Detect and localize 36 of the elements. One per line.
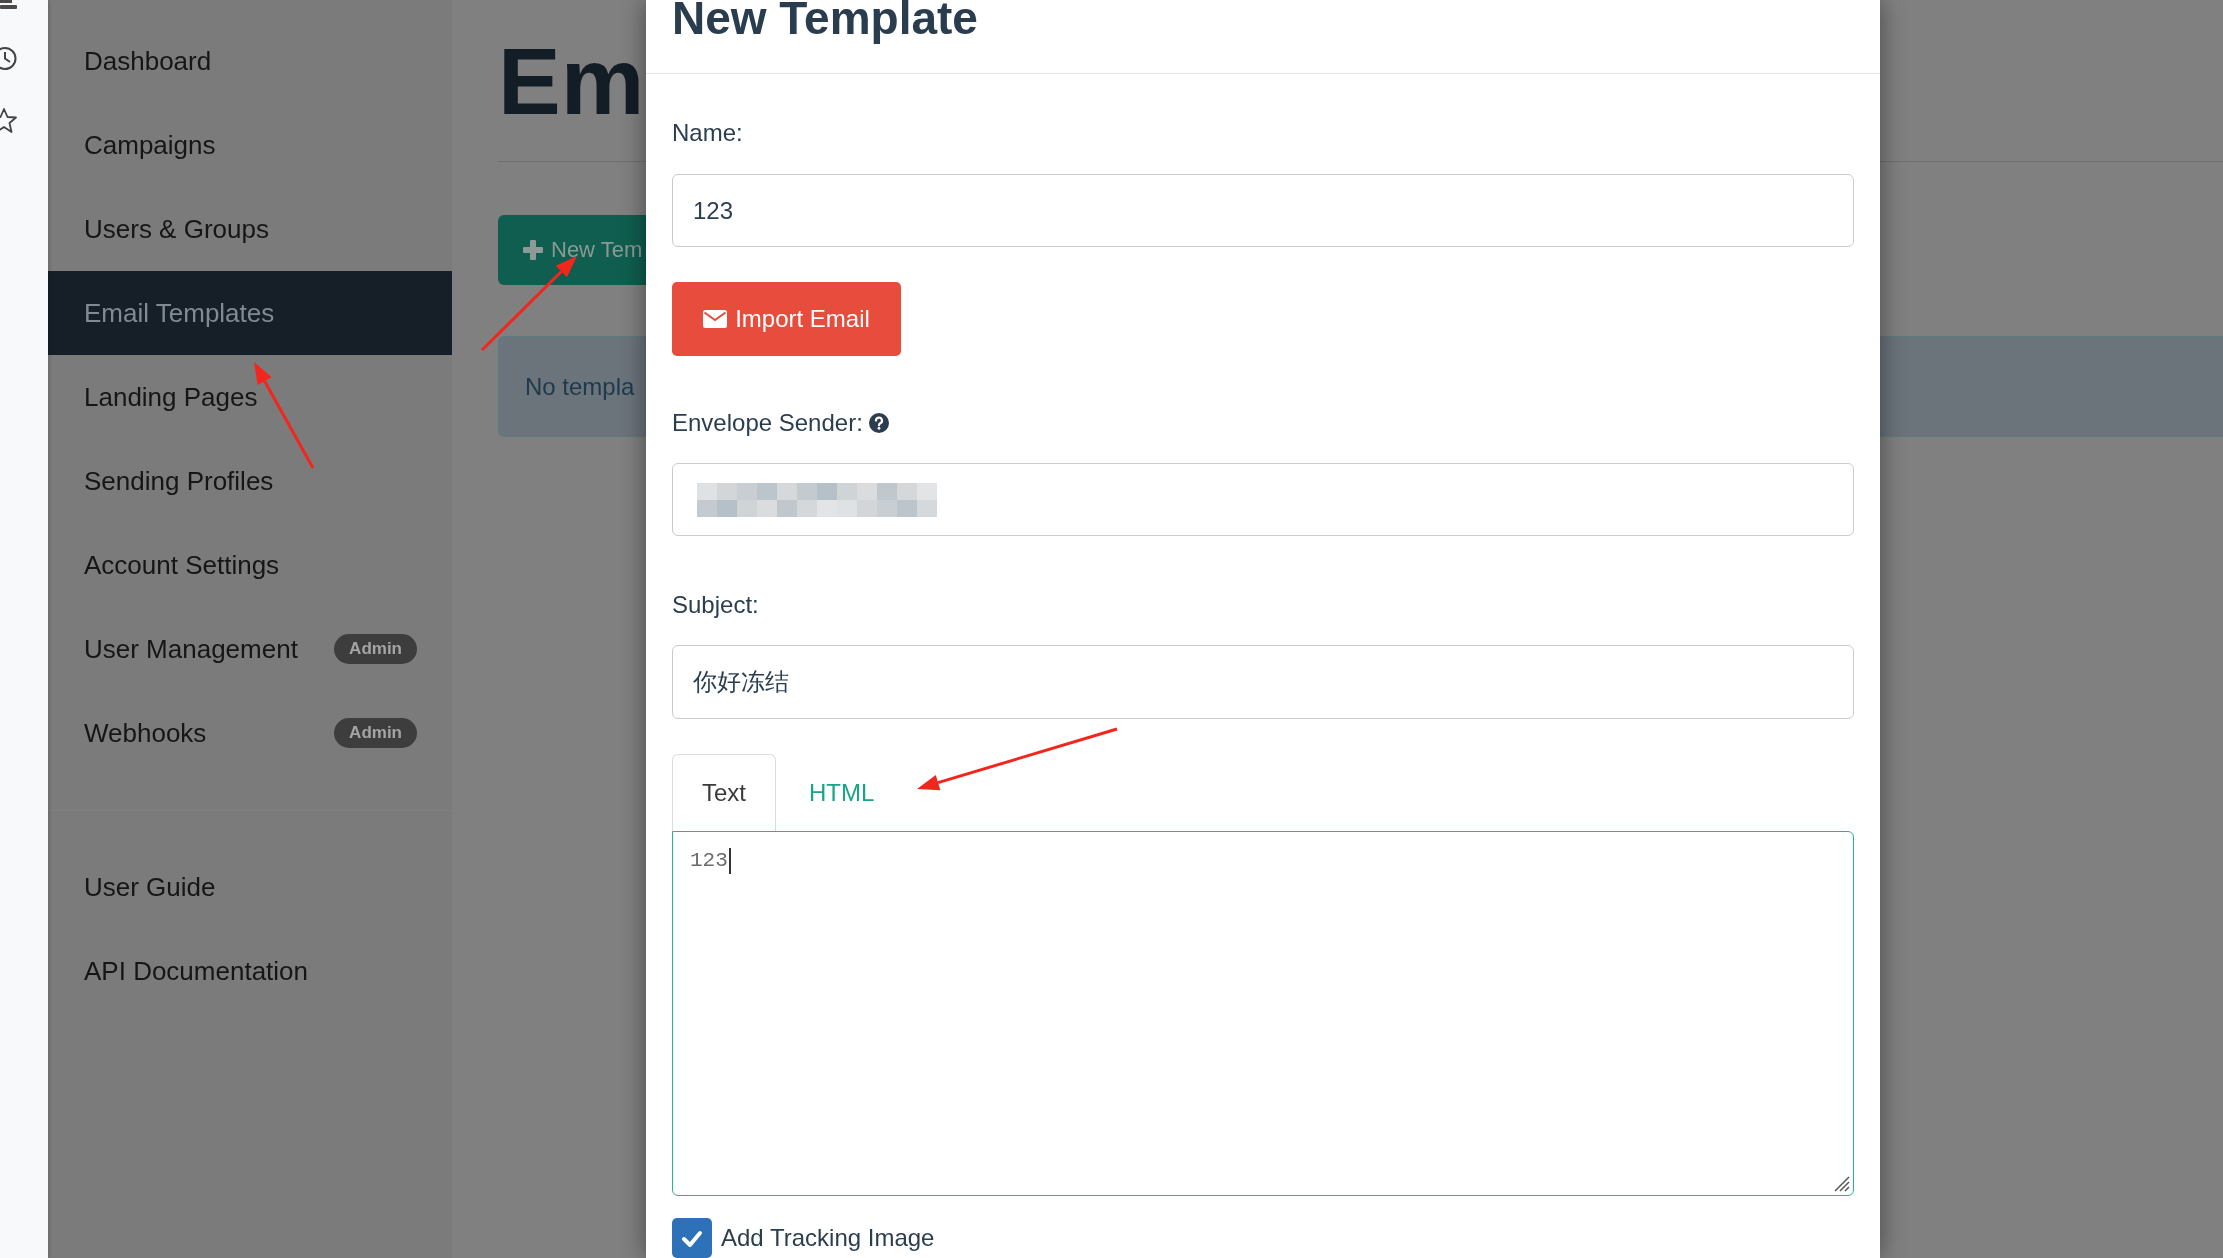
sidebar-item[interactable]: Campaigns: [48, 103, 452, 187]
subject-field[interactable]: 你好冻结: [672, 645, 1854, 719]
textarea-value: 123: [690, 848, 728, 874]
sidebar-item[interactable]: Dashboard: [48, 19, 452, 103]
checkbox[interactable]: [672, 1218, 712, 1258]
admin-badge: Admin: [334, 718, 417, 748]
envelope-sender-field[interactable]: [672, 463, 1854, 536]
plus-icon: [523, 240, 543, 260]
message-textarea[interactable]: 123: [672, 831, 1854, 1196]
import-email-button[interactable]: Import Email: [672, 282, 901, 356]
editor-tab[interactable]: HTML: [776, 754, 908, 831]
admin-badge: Admin: [334, 634, 417, 664]
sidebar-item[interactable]: Sending Profiles: [48, 439, 452, 523]
sidebar-item[interactable]: User Management Admin: [48, 607, 452, 691]
sidebar-item[interactable]: Email Templates: [48, 271, 452, 355]
laptop-icon[interactable]: [0, 0, 17, 9]
field-label: Envelope Sender:: [672, 408, 863, 438]
checkbox-label: Add Tracking Image: [721, 1223, 935, 1253]
page-heading: Em: [498, 35, 646, 129]
sidebar-item[interactable]: Webhooks Admin: [48, 691, 452, 775]
star-icon[interactable]: [0, 108, 17, 134]
editor-tab[interactable]: Text: [672, 754, 776, 831]
envelope-icon: [703, 310, 728, 328]
text-cursor: [728, 848, 731, 874]
sidebar-item[interactable]: Account Settings: [48, 523, 452, 607]
name-field[interactable]: 123: [672, 174, 1854, 247]
field-label: Name:: [672, 118, 743, 148]
sidebar-link[interactable]: User Guide: [48, 845, 452, 929]
sidebar-item[interactable]: Landing Pages: [48, 355, 452, 439]
field-label: Subject:: [672, 590, 759, 620]
new-button[interactable]: New Tem: [498, 215, 646, 285]
help-icon[interactable]: [868, 413, 889, 433]
resize-handle[interactable]: [1832, 1174, 1850, 1192]
clock-icon[interactable]: [0, 46, 17, 71]
sidebar-link[interactable]: API Documentation: [48, 929, 452, 1013]
sidebar-item[interactable]: Users & Groups: [48, 187, 452, 271]
